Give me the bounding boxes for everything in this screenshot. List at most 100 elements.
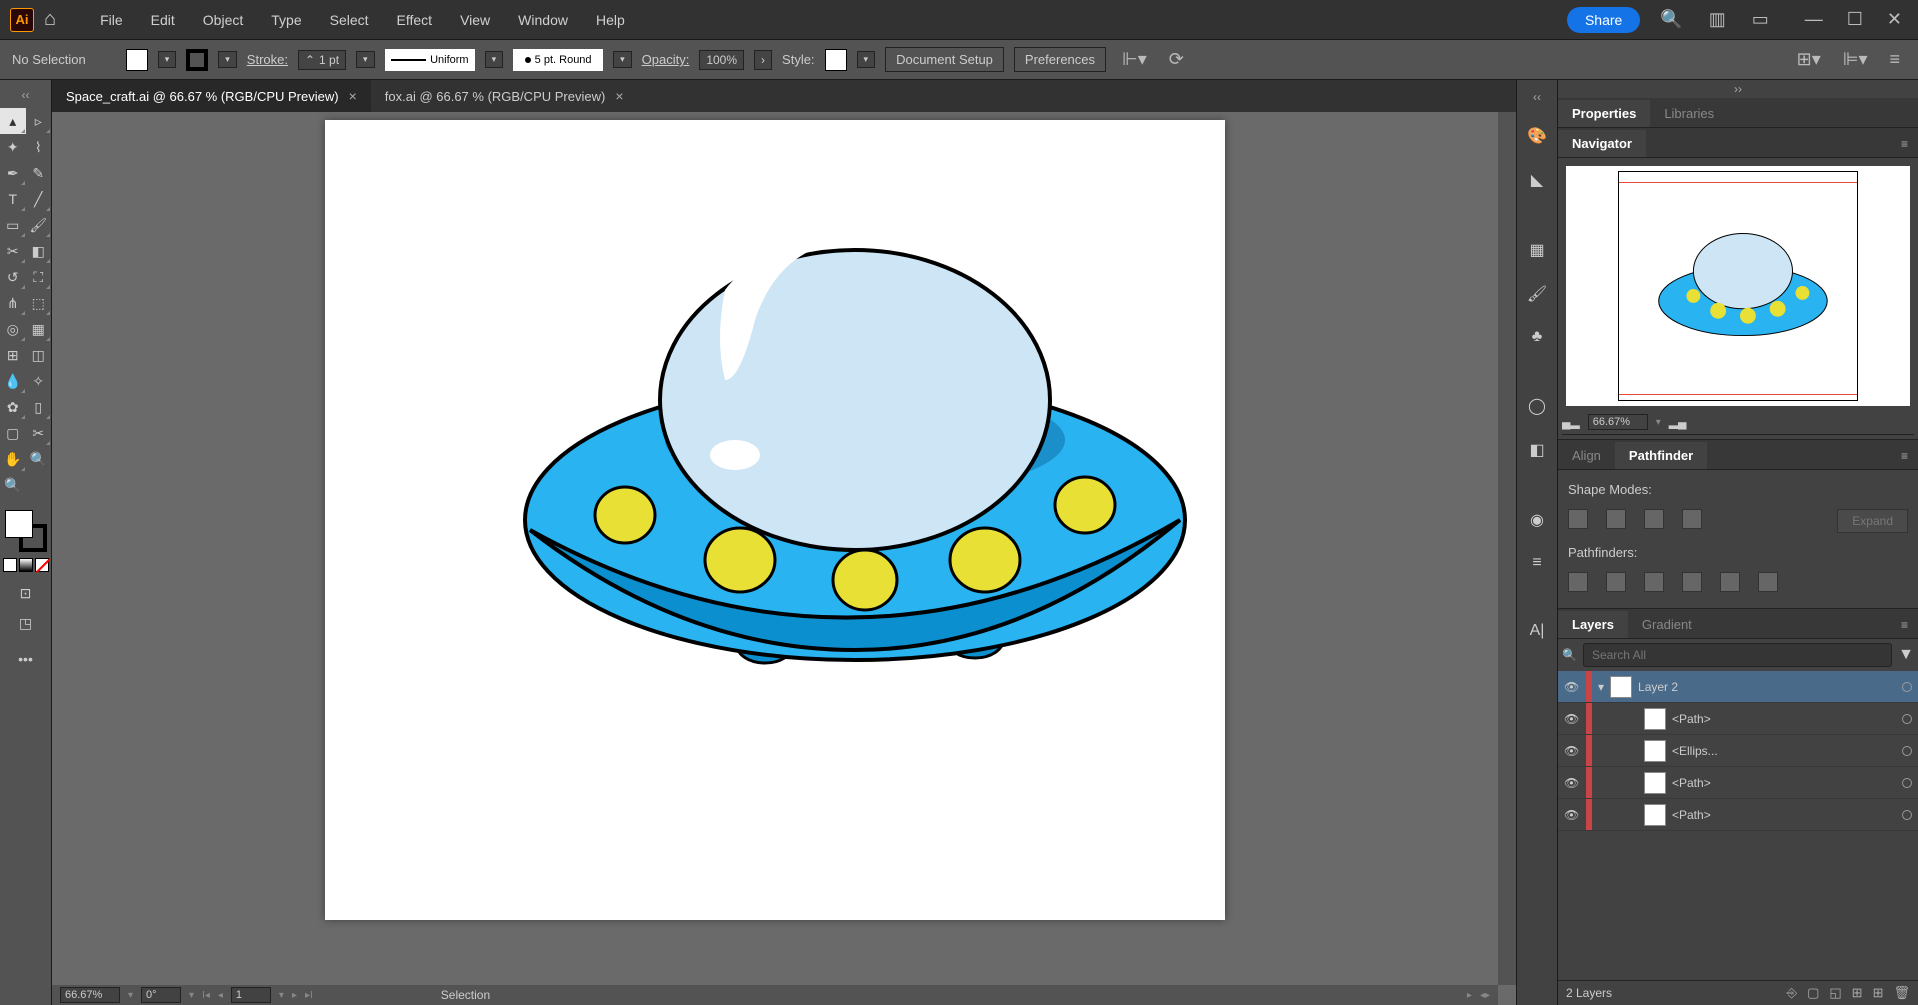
layer-row[interactable]: 👁 <Ellips... — [1558, 735, 1918, 767]
menu-effect[interactable]: Effect — [383, 12, 447, 28]
opacity-label[interactable]: Opacity: — [642, 52, 690, 67]
create-sublayer-icon[interactable]: ◱ — [1829, 985, 1841, 1001]
tab-spacecraft[interactable]: Space_craft.ai @ 66.67 % (RGB/CPU Previe… — [52, 80, 371, 112]
close-icon[interactable]: × — [615, 88, 623, 104]
new-layer-icon-2[interactable]: ⊞ — [1873, 985, 1884, 1001]
merge-button[interactable] — [1644, 572, 1664, 592]
panel-menu-icon[interactable]: ≡ — [1891, 131, 1918, 157]
rectangle-tool[interactable]: ▭ — [0, 212, 26, 238]
color-guide-icon[interactable]: ◣ — [1527, 166, 1547, 194]
hand-tool[interactable]: ✋ — [0, 446, 26, 472]
visibility-icon[interactable]: 👁 — [1564, 712, 1580, 726]
expand-button[interactable]: Expand — [1837, 509, 1908, 533]
brushes-icon[interactable]: 🖌 — [1523, 280, 1551, 308]
artboard-tool[interactable]: ▢ — [0, 420, 26, 446]
visibility-icon[interactable]: 👁 — [1564, 776, 1580, 790]
minimize-icon[interactable]: — — [1799, 5, 1829, 34]
prefs-icon[interactable]: ⊫▾ — [1837, 45, 1874, 74]
scroll-right-icon[interactable]: ◂▸ — [1480, 990, 1490, 1001]
delete-layer-icon[interactable]: 🗑 — [1893, 985, 1910, 1001]
edit-toolbar-icon[interactable]: ••• — [13, 646, 39, 672]
workspace-icon[interactable]: ▭ — [1746, 5, 1775, 34]
pen-tool[interactable]: ✒ — [0, 160, 26, 186]
style-swatch[interactable] — [825, 49, 847, 71]
color-panel-icon[interactable]: 🎨 — [1523, 122, 1551, 150]
outline-button[interactable] — [1720, 572, 1740, 592]
home-icon[interactable]: ⌂ — [44, 8, 56, 31]
layer-row[interactable]: 👁 <Path> — [1558, 767, 1918, 799]
stroke-dropdown[interactable]: ▾ — [218, 51, 237, 68]
navigator-preview[interactable] — [1566, 166, 1910, 406]
stroke-weight-field[interactable]: ⌃ 1 pt — [298, 50, 346, 70]
shaper-tool[interactable]: ✂ — [0, 238, 26, 264]
zoom-tool[interactable]: 🔍 — [26, 446, 52, 472]
panel-menu-icon[interactable]: ≡ — [1891, 443, 1918, 469]
scroll-left-icon[interactable]: ▸ — [1467, 990, 1472, 1001]
divide-button[interactable] — [1568, 572, 1588, 592]
target-icon[interactable] — [1902, 714, 1912, 724]
menu-view[interactable]: View — [446, 12, 504, 28]
menu-type[interactable]: Type — [257, 12, 315, 28]
collapse-icon[interactable]: ‹‹ — [1531, 88, 1543, 106]
chevron-down-icon[interactable]: ▾ — [1598, 680, 1604, 694]
artboard[interactable] — [325, 120, 1225, 920]
navigator-zoom-field[interactable] — [1588, 414, 1648, 430]
perspective-tool[interactable]: ▦ — [26, 316, 52, 342]
menu-select[interactable]: Select — [316, 12, 383, 28]
first-artboard-icon[interactable]: I◂ — [202, 990, 210, 1001]
stroke-profile-arrow[interactable]: ▾ — [485, 51, 504, 68]
curvature-tool[interactable]: ✎ — [26, 160, 52, 186]
last-artboard-icon[interactable]: ▸I — [305, 990, 313, 1001]
preferences-button[interactable]: Preferences — [1014, 47, 1106, 72]
vertical-scrollbar[interactable] — [1498, 112, 1516, 985]
unite-button[interactable] — [1568, 509, 1588, 529]
fill-color-box[interactable] — [5, 510, 33, 538]
stroke-swatch[interactable] — [186, 49, 208, 71]
tab-gradient[interactable]: Gradient — [1628, 611, 1706, 638]
layer-row[interactable]: 👁 <Path> — [1558, 703, 1918, 735]
shape-builder-tool[interactable]: ◎ — [0, 316, 26, 342]
tab-layers[interactable]: Layers — [1558, 611, 1628, 638]
zoom-field[interactable] — [60, 987, 120, 1003]
zoom-tool-2[interactable]: 🔍 — [0, 472, 26, 498]
close-icon[interactable]: × — [349, 88, 357, 104]
magic-wand-tool[interactable]: ✦ — [0, 134, 26, 160]
color-mode-none[interactable] — [35, 558, 49, 572]
lasso-tool[interactable]: ⌇ — [26, 134, 52, 160]
transparency-icon[interactable]: ◧ — [1525, 436, 1548, 464]
direct-selection-tool[interactable]: ▹ — [26, 108, 52, 134]
target-icon[interactable] — [1902, 778, 1912, 788]
scale-tool[interactable]: ⛶ — [26, 264, 52, 290]
share-button[interactable]: Share — [1567, 7, 1640, 33]
visibility-icon[interactable]: 👁 — [1564, 808, 1580, 822]
minus-back-button[interactable] — [1758, 572, 1778, 592]
opacity-field[interactable]: 100% — [699, 50, 744, 70]
menu-object[interactable]: Object — [189, 12, 257, 28]
symbols-icon[interactable]: ♣ — [1528, 324, 1547, 350]
search-icon[interactable]: 🔍 — [1654, 5, 1688, 34]
menu-edit[interactable]: Edit — [137, 12, 189, 28]
color-mode-solid[interactable] — [3, 558, 17, 572]
column-graph-tool[interactable]: ▯ — [26, 394, 52, 420]
tab-align[interactable]: Align — [1558, 442, 1615, 469]
target-icon[interactable] — [1902, 682, 1912, 692]
menu-window[interactable]: Window — [504, 12, 582, 28]
fill-swatch[interactable] — [126, 49, 148, 71]
fill-dropdown[interactable]: ▾ — [158, 51, 177, 68]
locate-object-icon[interactable]: ⎆ — [1787, 985, 1797, 1001]
canvas[interactable]: ▾ ▾ I◂ ◂ ▾ ▸ ▸I Selection ▸ ◂▸ — [52, 112, 1516, 1005]
eyedropper-tool[interactable]: 💧 — [0, 368, 26, 394]
blend-tool[interactable]: ✧ — [26, 368, 52, 394]
appearance-icon[interactable]: ◉ — [1526, 506, 1548, 534]
slice-tool[interactable]: ✂ — [26, 420, 52, 446]
tab-fox[interactable]: fox.ai @ 66.67 % (RGB/CPU Preview)× — [371, 80, 638, 112]
rotate-field[interactable] — [141, 987, 181, 1003]
maximize-icon[interactable]: ☐ — [1841, 5, 1869, 34]
snap-icon[interactable]: ⊞▾ — [1791, 45, 1827, 74]
next-artboard-icon[interactable]: ▸ — [292, 990, 297, 1001]
make-clipping-icon[interactable]: ▢ — [1807, 985, 1819, 1001]
layer-search-input[interactable] — [1583, 643, 1892, 667]
swatches-icon[interactable]: ▦ — [1525, 236, 1548, 264]
color-mode-gradient[interactable] — [19, 558, 33, 572]
tab-pathfinder[interactable]: Pathfinder — [1615, 442, 1707, 469]
